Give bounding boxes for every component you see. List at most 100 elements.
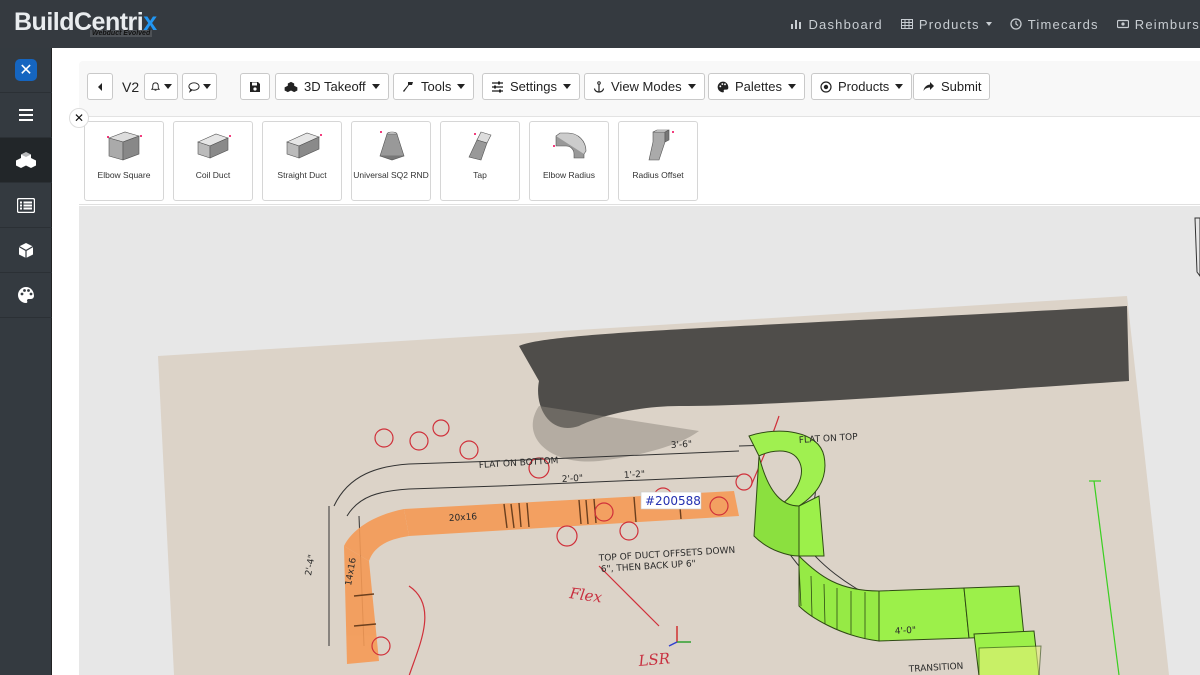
- brand-logo[interactable]: BuildCentrix Webduct Evolved: [14, 6, 174, 40]
- x-logo-icon: ✕: [15, 59, 37, 81]
- sidebar: ✕: [0, 48, 52, 675]
- save-button[interactable]: [240, 73, 270, 100]
- tools-dropdown[interactable]: Tools: [393, 73, 475, 100]
- palette-icon: [18, 287, 34, 303]
- anchor-icon: [593, 80, 605, 93]
- nav-timecards[interactable]: Timecards: [1010, 17, 1099, 32]
- sidebar-item-list[interactable]: [0, 183, 52, 228]
- drawing-viewport: FLAT ON BOTTOM FLAT ON TOP TOP OF DUCT O…: [158, 217, 1200, 675]
- dim-3-6: 3'-6": [671, 440, 693, 451]
- cubes-icon: [284, 81, 298, 92]
- palettes-label: Palettes: [735, 79, 782, 94]
- radius-offset-icon: [648, 129, 674, 161]
- fitting-palette: Elbow Square Coil Duct Straight Duct Uni…: [79, 118, 1200, 205]
- palette-label: Radius Offset: [632, 170, 684, 180]
- chevron-down-icon: [787, 84, 796, 89]
- sidebar-item-app-logo[interactable]: ✕: [0, 48, 52, 93]
- palette-tile-tap[interactable]: Tap: [440, 121, 520, 201]
- palette-icon: [717, 81, 729, 92]
- elbow-radius-icon: [553, 132, 587, 159]
- 3d-takeoff-dropdown[interactable]: 3D Takeoff: [275, 73, 389, 100]
- chevron-down-icon: [985, 22, 992, 26]
- back-button[interactable]: [87, 73, 113, 100]
- nav-products-label: Products: [918, 16, 980, 32]
- palette-label: Coil Duct: [195, 170, 231, 180]
- share-arrow-icon: [923, 82, 934, 91]
- caret-left-icon: [98, 82, 102, 91]
- takeoff-canvas[interactable]: FLAT ON BOTTOM FLAT ON TOP TOP OF DUCT O…: [79, 206, 1200, 675]
- close-icon: ✕: [73, 111, 85, 125]
- chevron-down-icon: [164, 84, 172, 89]
- palette-tile-radius-offset[interactable]: Radius Offset: [618, 121, 698, 201]
- dim-1-2: 1'-2": [624, 470, 646, 481]
- money-icon: [1116, 19, 1129, 29]
- palette-tile-straight-duct[interactable]: Straight Duct: [262, 121, 342, 201]
- tools-label: Tools: [421, 79, 452, 94]
- nav-timecards-label: Timecards: [1027, 16, 1099, 32]
- clock-icon: [1010, 18, 1022, 30]
- nav-reimbursements[interactable]: Reimburs: [1116, 16, 1200, 32]
- grid-icon: [900, 19, 913, 29]
- comments-dropdown[interactable]: [182, 73, 217, 100]
- markup-lsr: LSR: [637, 649, 671, 670]
- palette-label: Tap: [473, 170, 487, 180]
- elbow-square-icon: [107, 131, 142, 161]
- submit-button[interactable]: Submit: [913, 73, 991, 100]
- chevron-down-icon: [457, 84, 466, 89]
- floppy-disk-icon: [250, 81, 260, 92]
- products-dropdown[interactable]: Products: [811, 73, 913, 100]
- list-icon: [17, 197, 35, 213]
- duct-size-20x16: 20x16: [449, 512, 478, 524]
- duct-tag[interactable]: #200588: [640, 491, 702, 510]
- cube-icon: [18, 242, 34, 258]
- dim-4-0: 4'-0": [895, 626, 917, 637]
- palettes-dropdown[interactable]: Palettes: [708, 73, 805, 100]
- sidebar-item-palette[interactable]: [0, 273, 52, 318]
- view-modes-dropdown[interactable]: View Modes: [584, 73, 705, 100]
- coil-duct-icon: [197, 133, 231, 159]
- straight-duct-icon: [286, 132, 322, 159]
- comment-icon: [188, 81, 200, 93]
- palette-label: Straight Duct: [277, 170, 327, 180]
- palette-tile-universal-sq2-rnd[interactable]: Universal SQ2 RND: [351, 121, 431, 201]
- main-content: V2 3D Takeoff Tools Settings View Modes …: [52, 48, 1200, 675]
- sliders-icon: [492, 81, 503, 92]
- bar-chart-icon: [791, 20, 802, 29]
- tap-icon: [468, 131, 492, 161]
- palette-tile-elbow-radius[interactable]: Elbow Radius: [529, 121, 609, 201]
- palette-tile-coil-duct[interactable]: Coil Duct: [173, 121, 253, 201]
- nav-products[interactable]: Products: [900, 16, 992, 32]
- products-label: Products: [838, 79, 890, 94]
- palette-tile-elbow-square[interactable]: Elbow Square: [84, 121, 164, 201]
- hamburger-icon: [19, 109, 33, 121]
- dim-2-0: 2'-0": [562, 474, 584, 485]
- palette-label: Elbow Square: [97, 170, 151, 180]
- settings-dropdown[interactable]: Settings: [482, 73, 580, 100]
- sidebar-item-shapes[interactable]: [0, 138, 52, 183]
- takeoff-toolbar: V2 3D Takeoff Tools Settings View Modes …: [79, 61, 1200, 117]
- chevron-down-icon: [371, 84, 380, 89]
- notifications-dropdown[interactable]: [144, 73, 178, 100]
- close-palette-button[interactable]: ✕: [69, 108, 89, 128]
- sidebar-item-box[interactable]: [0, 228, 52, 273]
- top-nav-links: Dashboard Products Timecards Reimburs: [790, 0, 1200, 48]
- bell-icon: [150, 81, 161, 91]
- chevron-down-icon: [203, 84, 211, 89]
- view-modes-label: View Modes: [611, 79, 682, 94]
- chevron-down-icon: [562, 84, 571, 89]
- chevron-down-icon: [895, 84, 904, 89]
- settings-label: Settings: [510, 79, 557, 94]
- transition-icon: [379, 131, 405, 161]
- chevron-down-icon: [687, 84, 696, 89]
- 3d-takeoff-label: 3D Takeoff: [304, 79, 366, 94]
- nav-dashboard-label: Dashboard: [808, 16, 883, 32]
- nav-reimbursements-label: Reimburs: [1134, 16, 1200, 32]
- hammer-icon: [403, 82, 413, 92]
- version-label: V2: [122, 79, 140, 95]
- sidebar-item-menu[interactable]: [0, 93, 52, 138]
- top-navbar: BuildCentrix Webduct Evolved Dashboard P…: [0, 0, 1200, 48]
- palette-label: Universal SQ2 RND: [353, 170, 429, 180]
- nav-dashboard[interactable]: Dashboard: [790, 17, 882, 32]
- cubes-icon: [16, 152, 36, 168]
- brand-tagline: Webduct Evolved: [90, 30, 153, 37]
